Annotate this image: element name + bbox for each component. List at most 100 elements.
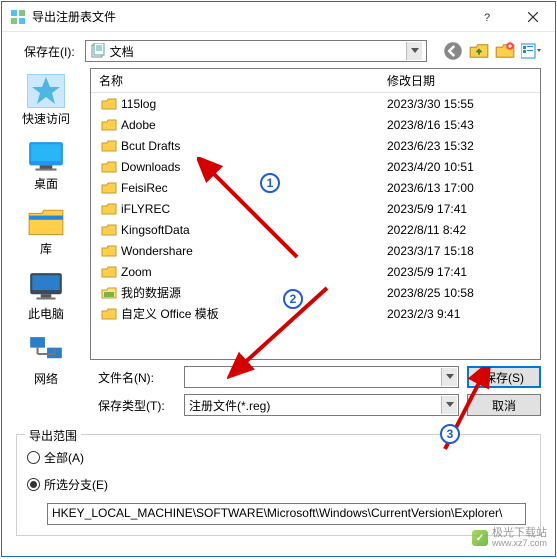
documents-icon [90, 43, 106, 59]
folder-icon [101, 202, 117, 216]
filename-label: 文件名(N): [98, 369, 176, 386]
file-name: FeisiRec [121, 181, 168, 195]
file-row[interactable]: 自定义 Office 模板 2023/2/3 9:41 [91, 303, 540, 324]
place-network[interactable]: 网络 [27, 334, 65, 387]
app-icon [10, 9, 26, 25]
folder-icon [101, 97, 117, 111]
place-quick-access[interactable]: 快速访问 [22, 74, 70, 127]
savein-combo[interactable]: 文档 [85, 40, 427, 62]
network-icon [27, 334, 65, 368]
file-row[interactable]: 115log 2023/3/30 15:55 [91, 93, 540, 114]
place-library[interactable]: 库 [27, 204, 65, 257]
folder-icon [101, 286, 117, 300]
svg-text:?: ? [484, 12, 490, 22]
file-date: 2023/5/9 17:41 [379, 265, 540, 279]
place-desktop[interactable]: 桌面 [27, 139, 65, 192]
radio-checked-icon [27, 478, 40, 491]
branch-path-input[interactable]: HKEY_LOCAL_MACHINE\SOFTWARE\Microsoft\Wi… [47, 503, 526, 525]
file-row[interactable]: Zoom 2023/5/9 17:41 [91, 261, 540, 282]
export-scope-group: 导出范围 全部(A) 所选分支(E) HKEY_LOCAL_MACHINE\SO… [16, 434, 541, 536]
file-list[interactable]: 名称 修改日期 115log 2023/3/30 15:55 Adobe 2023/8… [90, 68, 541, 360]
chevron-down-icon[interactable] [441, 396, 457, 414]
place-label: 桌面 [34, 175, 58, 192]
radio-branch[interactable]: 所选分支(E) [27, 476, 530, 493]
folder-icon [101, 223, 117, 237]
file-name: KingsoftData [121, 223, 190, 237]
file-date: 2023/6/13 17:00 [379, 181, 540, 195]
dialog-window: 导出注册表文件 ? 保存在(I): 文档 快速访问 [1, 1, 556, 557]
file-list-header: 名称 修改日期 [91, 69, 540, 93]
file-date: 2023/6/23 15:32 [379, 139, 540, 153]
file-row[interactable]: Bcut Drafts 2023/6/23 15:32 [91, 135, 540, 156]
file-row[interactable]: KingsoftData 2022/8/11 8:42 [91, 219, 540, 240]
radio-all-label: 全部(A) [44, 449, 84, 466]
view-icon[interactable] [521, 41, 541, 61]
save-button[interactable]: 保存(S) [467, 366, 541, 388]
file-row[interactable]: 我的数据源 2023/8/25 10:58 [91, 282, 540, 303]
col-name[interactable]: 名称 [91, 72, 379, 89]
file-date: 2023/3/17 15:18 [379, 244, 540, 258]
file-name: 我的数据源 [121, 284, 181, 301]
place-label: 此电脑 [28, 305, 64, 322]
window-title: 导出注册表文件 [32, 8, 465, 25]
filetype-value: 注册文件(*.reg) [189, 397, 270, 414]
desktop-icon [27, 139, 65, 173]
back-icon[interactable] [443, 41, 463, 61]
file-date: 2023/4/20 10:51 [379, 160, 540, 174]
file-row[interactable]: Downloads 2023/4/20 10:51 [91, 156, 540, 177]
folder-icon [101, 307, 117, 321]
export-scope-title: 导出范围 [25, 427, 81, 444]
file-name: 自定义 Office 模板 [121, 305, 219, 322]
file-row[interactable]: FeisiRec 2023/6/13 17:00 [91, 177, 540, 198]
quick-access-icon [27, 74, 65, 108]
close-button[interactable] [510, 2, 555, 32]
col-date[interactable]: 修改日期 [379, 72, 540, 89]
filetype-combo[interactable]: 注册文件(*.reg) [184, 394, 459, 416]
file-date: 2023/8/25 10:58 [379, 286, 540, 300]
file-row[interactable]: Adobe 2023/8/16 15:43 [91, 114, 540, 135]
file-date: 2023/2/3 9:41 [379, 307, 540, 321]
file-date: 2022/8/11 8:42 [379, 223, 540, 237]
file-name: Zoom [121, 265, 152, 279]
savein-value: 文档 [110, 43, 134, 60]
folder-icon [101, 160, 117, 174]
monitor-icon [27, 269, 65, 303]
file-name: Adobe [121, 118, 156, 132]
branch-path-value: HKEY_LOCAL_MACHINE\SOFTWARE\Microsoft\Wi… [52, 506, 502, 520]
chevron-down-icon[interactable] [441, 368, 457, 386]
file-row[interactable]: iFLYREC 2023/5/9 17:41 [91, 198, 540, 219]
place-label: 库 [40, 240, 52, 257]
savein-label: 保存在(I): [24, 43, 75, 60]
folder-icon [101, 244, 117, 258]
titlebar: 导出注册表文件 ? [2, 2, 555, 32]
up-folder-icon[interactable] [469, 41, 489, 61]
file-name: Downloads [121, 160, 180, 174]
file-date: 2023/3/30 15:55 [379, 97, 540, 111]
place-label: 网络 [34, 370, 58, 387]
folder-icon [101, 265, 117, 279]
file-date: 2023/8/16 15:43 [379, 118, 540, 132]
help-button[interactable]: ? [465, 2, 510, 32]
places-bar: 快速访问 桌面 库 此电脑 网络 [2, 68, 90, 360]
radio-branch-label: 所选分支(E) [44, 476, 108, 493]
filetype-label: 保存类型(T): [98, 397, 176, 414]
library-icon [27, 204, 65, 238]
filename-input[interactable] [184, 366, 459, 388]
new-folder-icon[interactable] [495, 41, 515, 61]
file-name: Bcut Drafts [121, 139, 180, 153]
watermark-url: www.xz7.com [492, 539, 547, 548]
place-label: 快速访问 [22, 110, 70, 127]
file-name: Wondershare [121, 244, 193, 258]
place-thispc[interactable]: 此电脑 [27, 269, 65, 322]
folder-icon [101, 118, 117, 132]
radio-all[interactable]: 全部(A) [27, 449, 530, 466]
file-name: iFLYREC [121, 202, 170, 216]
file-date: 2023/5/9 17:41 [379, 202, 540, 216]
radio-icon [27, 451, 40, 464]
folder-icon [101, 139, 117, 153]
savein-row: 保存在(I): 文档 [2, 32, 555, 68]
chevron-down-icon [406, 42, 422, 60]
file-row[interactable]: Wondershare 2023/3/17 15:18 [91, 240, 540, 261]
file-name: 115log [121, 97, 156, 111]
cancel-button[interactable]: 取消 [467, 394, 541, 416]
